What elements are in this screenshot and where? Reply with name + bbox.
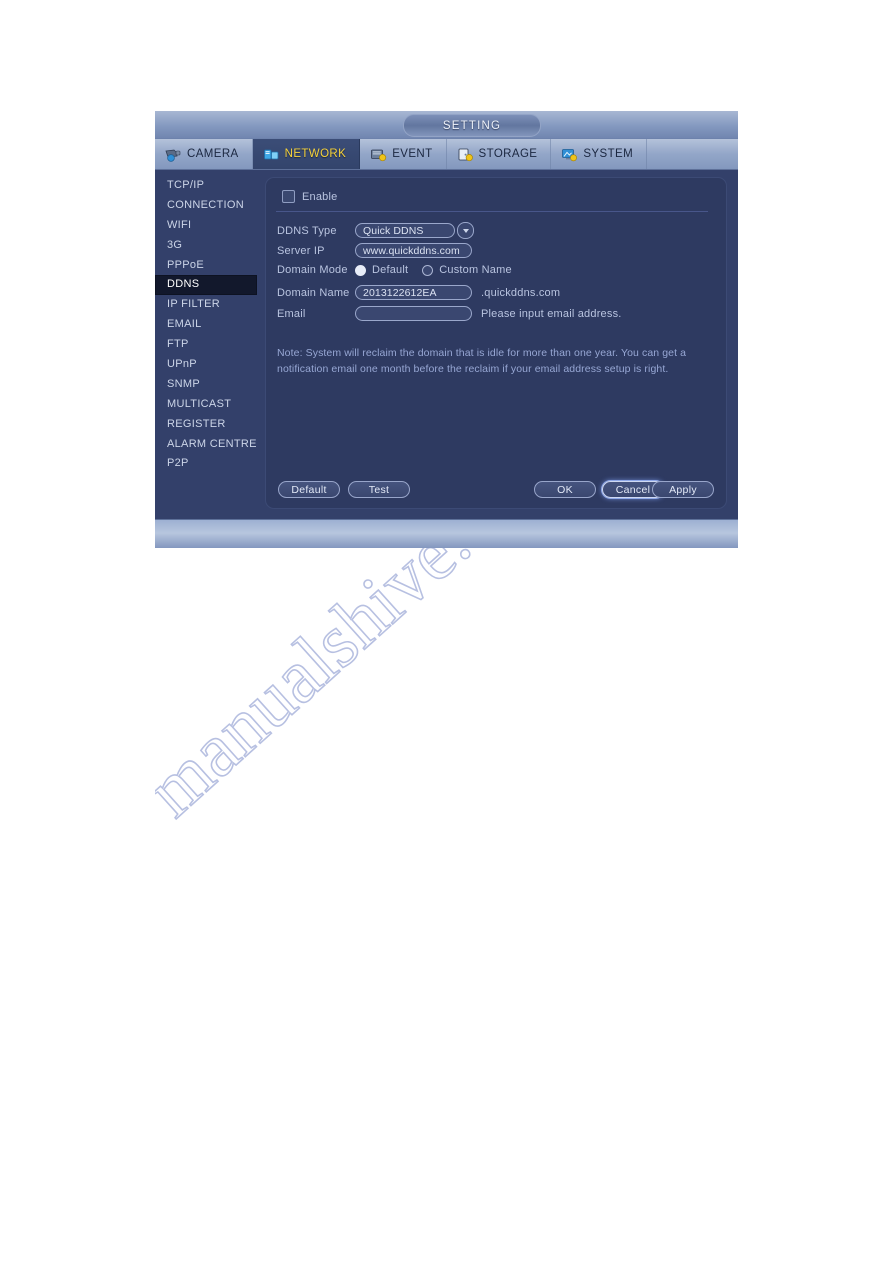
domain-name-input[interactable]: 2013122612EA: [355, 285, 472, 300]
server-ip-label: Server IP: [277, 244, 325, 257]
radio-custom-icon[interactable]: [422, 264, 434, 276]
domain-mode-option-default[interactable]: Default: [355, 264, 408, 276]
camera-icon: [165, 147, 182, 162]
tab-storage-label: STORAGE: [478, 148, 538, 160]
tab-system-label: SYSTEM: [583, 148, 634, 160]
default-button[interactable]: Default: [278, 481, 340, 498]
reclaim-note: Note: System will reclaim the domain tha…: [277, 347, 687, 375]
enable-label: Enable: [302, 190, 338, 203]
page-title: SETTING: [403, 114, 541, 137]
sidebar-item-3g[interactable]: 3G: [155, 236, 257, 256]
tab-system[interactable]: SYSTEM: [551, 139, 648, 169]
email-input[interactable]: [355, 306, 472, 321]
ddns-settings-panel: Enable DDNS Type Quick DDNS Server IP ww…: [265, 177, 727, 509]
enable-row[interactable]: Enable: [282, 190, 337, 203]
tab-event[interactable]: EVENT: [360, 139, 447, 169]
tab-camera[interactable]: CAMERA: [155, 139, 253, 169]
network-icon: [263, 147, 280, 162]
tab-network-label: NETWORK: [284, 148, 347, 160]
sidebar-item-alarm-centre[interactable]: ALARM CENTRE: [155, 435, 257, 455]
server-ip-row: Server IP www.quickddns.com: [277, 243, 472, 258]
domain-mode-option-custom[interactable]: Custom Name: [422, 264, 512, 276]
test-button[interactable]: Test: [348, 481, 410, 498]
sidebar-item-upnp[interactable]: UPnP: [155, 355, 257, 375]
domain-mode-custom-label: Custom Name: [439, 264, 512, 276]
sidebar-item-multicast[interactable]: MULTICAST: [155, 395, 257, 415]
section-divider: [276, 211, 708, 212]
sidebar-item-snmp[interactable]: SNMP: [155, 375, 257, 395]
sidebar-item-p2p[interactable]: P2P: [155, 454, 257, 474]
email-hint: Please input email address.: [481, 307, 622, 320]
sidebar-item-tcp-ip[interactable]: TCP/IP: [155, 176, 257, 196]
sidebar-item-wifi[interactable]: WIFI: [155, 216, 257, 236]
sidebar-item-email[interactable]: EMAIL: [155, 315, 257, 335]
event-icon: [370, 147, 387, 162]
domain-mode-default-label: Default: [372, 264, 409, 276]
main-tabbar: CAMERA NETWORK EVENT STORAGE SYSTEM: [155, 139, 738, 170]
window-footer: [155, 519, 738, 548]
domain-mode-label: Domain Mode: [277, 264, 348, 276]
window-body: TCP/IP CONNECTION WIFI 3G PPPoE DDNS IP …: [155, 170, 738, 519]
sidebar-item-register[interactable]: REGISTER: [155, 415, 257, 435]
enable-checkbox[interactable]: [282, 190, 295, 203]
sidebar-item-ftp[interactable]: FTP: [155, 335, 257, 355]
ddns-type-select[interactable]: Quick DDNS: [355, 222, 474, 239]
system-icon: [561, 147, 578, 162]
email-row: Email Please input email address.: [277, 306, 622, 321]
domain-mode-row: Domain Mode Default Custom Name: [277, 264, 512, 276]
ddns-type-row: DDNS Type Quick DDNS: [277, 222, 474, 239]
server-ip-input[interactable]: www.quickddns.com: [355, 243, 472, 258]
apply-button[interactable]: Apply: [652, 481, 714, 498]
domain-name-row: Domain Name 2013122612EA .quickddns.com: [277, 285, 560, 300]
radio-default-icon[interactable]: [355, 264, 366, 276]
tab-camera-label: CAMERA: [187, 148, 239, 160]
ddns-type-label: DDNS Type: [277, 224, 337, 237]
tab-storage[interactable]: STORAGE: [447, 139, 552, 169]
domain-name-label: Domain Name: [277, 286, 350, 299]
sidebar-item-ip-filter[interactable]: IP FILTER: [155, 295, 257, 315]
network-sidebar: TCP/IP CONNECTION WIFI 3G PPPoE DDNS IP …: [155, 170, 257, 519]
ok-button[interactable]: OK: [534, 481, 596, 498]
email-label: Email: [277, 307, 306, 320]
tab-event-label: EVENT: [392, 148, 433, 160]
sidebar-item-ddns[interactable]: DDNS: [155, 275, 257, 296]
sidebar-item-pppoe[interactable]: PPPoE: [155, 256, 257, 276]
dialog-button-bar: Default Test OK Cancel Apply: [266, 481, 726, 498]
sidebar-item-connection[interactable]: CONNECTION: [155, 196, 257, 216]
tab-network[interactable]: NETWORK: [252, 139, 361, 169]
setting-window: SETTING CAMERA NETWORK EVENT STORAGE SYS…: [155, 111, 738, 548]
chevron-down-icon[interactable]: [457, 222, 474, 239]
watermark: manualshive.com: [155, 520, 585, 920]
domain-name-suffix: .quickddns.com: [481, 286, 561, 299]
ddns-type-value[interactable]: Quick DDNS: [355, 223, 455, 238]
storage-icon: [457, 147, 474, 162]
watermark-text: manualshive.com: [155, 520, 583, 833]
window-titlebar: SETTING: [155, 111, 738, 139]
